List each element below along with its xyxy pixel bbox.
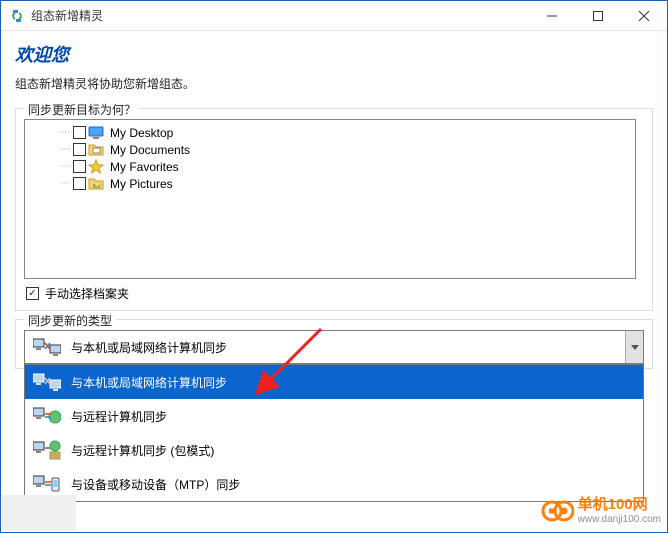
tree-checkbox[interactable] [73, 126, 86, 139]
remote-package-sync-icon [33, 440, 61, 460]
footer-strip [2, 495, 76, 531]
wizard-window: 组态新增精灵 欢迎您 组态新增精灵将协助您新增组态。 同步更新目标为何？ ⋯ M… [0, 0, 668, 533]
combo-selected-display: 与本机或局域网络计算机同步 [25, 331, 625, 363]
minimize-button[interactable] [529, 1, 575, 31]
welcome-heading: 欢迎您 [15, 41, 653, 67]
close-button[interactable] [621, 1, 667, 31]
tree-connector: ⋯ [59, 161, 71, 172]
watermark-url: www.danji100.com [578, 514, 661, 525]
pictures-icon [88, 176, 104, 192]
maximize-button[interactable] [575, 1, 621, 31]
tree-checkbox[interactable] [73, 177, 86, 190]
sync-type-combobox[interactable]: 与本机或局域网络计算机同步 与本机或局域网络计算机同步 与远程计算机同步 [24, 330, 644, 364]
tree-item[interactable]: ⋯ My Documents [29, 141, 631, 158]
tree-item[interactable]: ⋯ My Pictures [29, 175, 631, 192]
watermark-logo-icon [540, 494, 574, 528]
combo-option-label: 与设备或移动设备（MTP）同步 [71, 476, 240, 493]
window-title: 组态新增精灵 [31, 7, 529, 24]
folder-tree[interactable]: ⋯ My Desktop ⋯ My Documents ⋯ My Favorit… [24, 119, 636, 279]
lan-sync-icon [33, 372, 61, 392]
tree-item[interactable]: ⋯ My Desktop [29, 124, 631, 141]
tree-item[interactable]: ⋯ My Favorites [29, 158, 631, 175]
manual-select-label: 手动选择档案夹 [45, 285, 129, 302]
sync-target-group: 同步更新目标为何？ ⋯ My Desktop ⋯ My Documents ⋯ … [15, 108, 653, 311]
tree-connector: ⋯ [59, 144, 71, 155]
tree-item-label: My Documents [106, 143, 190, 157]
combo-option[interactable]: 与远程计算机同步 (包模式) [25, 433, 643, 467]
combo-option-label: 与远程计算机同步 [71, 408, 167, 425]
sync-target-legend: 同步更新目标为何？ [24, 101, 140, 118]
combo-selected-label: 与本机或局域网络计算机同步 [71, 339, 227, 356]
tree-connector: ⋯ [59, 178, 71, 189]
remote-sync-icon [33, 406, 61, 426]
wizard-subtitle: 组态新增精灵将协助您新增组态。 [1, 75, 667, 104]
chevron-down-icon [631, 345, 639, 350]
favorites-icon [88, 159, 104, 175]
watermark-text: 单机100网 [578, 497, 661, 514]
tree-checkbox[interactable] [73, 160, 86, 173]
manual-select-row: ✓ 手动选择档案夹 [24, 279, 644, 302]
lan-sync-icon [33, 337, 61, 357]
titlebar: 组态新增精灵 [1, 1, 667, 31]
combo-option-label: 与远程计算机同步 (包模式) [71, 442, 214, 459]
sync-type-group: 同步更新的类型 与本机或局域网络计算机同步 与本机或局域网络计算机同步 [15, 319, 653, 369]
desktop-icon [88, 125, 104, 141]
combo-option[interactable]: 与本机或局域网络计算机同步 [25, 365, 643, 399]
manual-select-checkbox[interactable]: ✓ [26, 287, 39, 300]
device-mtp-sync-icon [33, 474, 61, 494]
combo-option[interactable]: 与远程计算机同步 [25, 399, 643, 433]
watermark: 单机100网 www.danji100.com [540, 494, 661, 528]
tree-checkbox[interactable] [73, 143, 86, 156]
app-icon [9, 8, 25, 24]
wizard-header: 欢迎您 [1, 31, 667, 75]
tree-item-label: My Favorites [106, 160, 179, 174]
combo-dropdown-list: 与本机或局域网络计算机同步 与远程计算机同步 与远程计算机同步 (包模式) [24, 364, 644, 502]
sync-type-legend: 同步更新的类型 [24, 312, 116, 329]
tree-item-label: My Pictures [106, 177, 173, 191]
combo-dropdown-button[interactable] [625, 331, 643, 363]
combo-option-label: 与本机或局域网络计算机同步 [71, 374, 227, 391]
tree-connector: ⋯ [59, 127, 71, 138]
tree-item-label: My Desktop [106, 126, 173, 140]
documents-icon [88, 142, 104, 158]
